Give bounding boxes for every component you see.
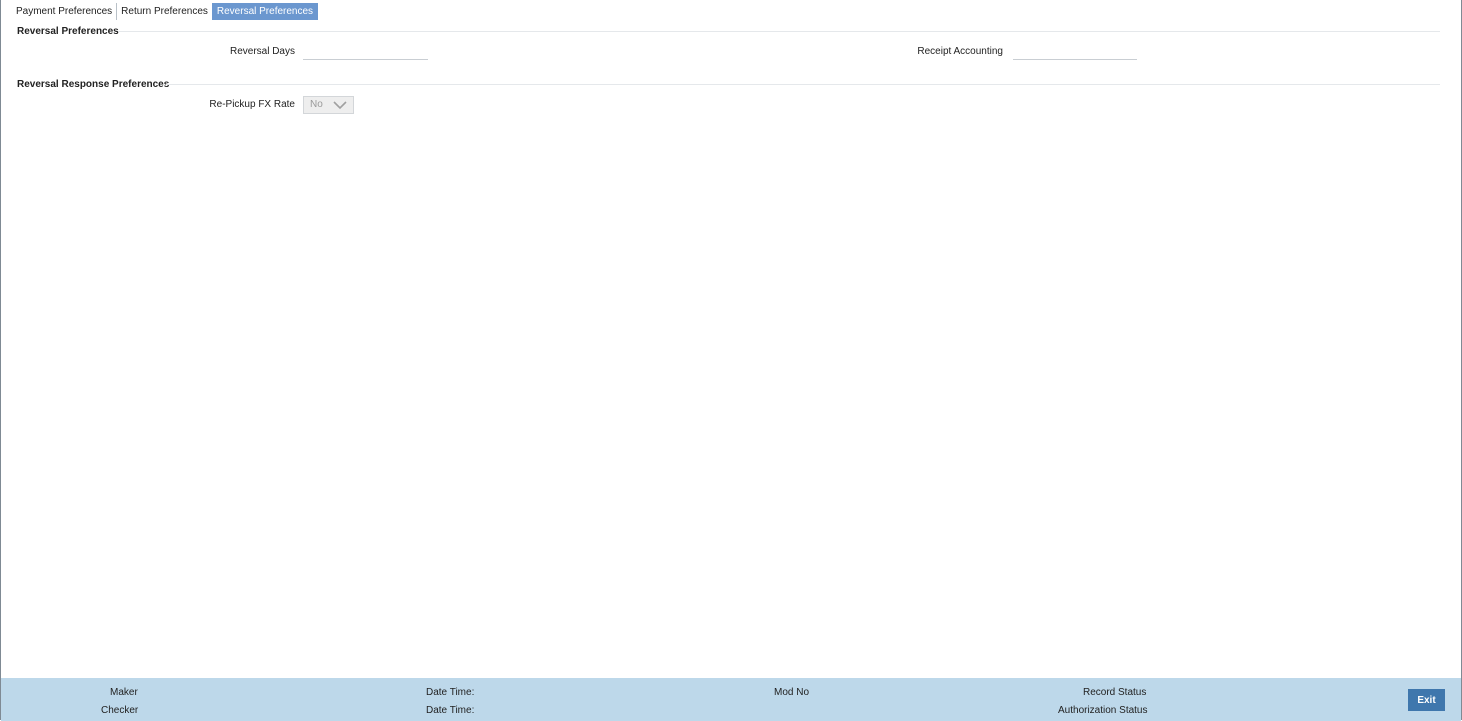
maker-label: Maker <box>110 687 138 698</box>
chevron-down-icon <box>333 101 347 110</box>
tab-reversal-preferences[interactable]: Reversal Preferences <box>211 3 319 20</box>
record-status-label: Record Status <box>1083 687 1147 698</box>
section-title-reversal-preferences: Reversal Preferences <box>17 26 119 37</box>
reversal-days-label: Reversal Days <box>229 46 295 57</box>
repickup-fx-rate-label: Re-Pickup FX Rate <box>209 99 295 110</box>
receipt-accounting-label: Receipt Accounting <box>917 46 1003 57</box>
tab-payment-preferences[interactable]: Payment Preferences <box>12 3 116 20</box>
tab-bar: Payment Preferences Return Preferences R… <box>12 3 319 20</box>
audit-footer <box>1 678 1461 721</box>
reversal-days-input[interactable] <box>303 45 428 60</box>
repickup-fx-rate-value: No <box>310 99 323 110</box>
section-title-reversal-response-preferences: Reversal Response Preferences <box>17 79 170 90</box>
mod-no-label: Mod No <box>774 687 810 698</box>
receipt-accounting-input[interactable] <box>1013 45 1137 60</box>
exit-button[interactable]: Exit <box>1408 689 1445 711</box>
section-divider <box>118 31 1440 32</box>
repickup-fx-rate-select[interactable]: No <box>303 96 354 114</box>
authorization-status-label: Authorization Status <box>1058 705 1148 716</box>
section-divider <box>166 84 1440 85</box>
tab-return-preferences[interactable]: Return Preferences <box>116 3 212 20</box>
checker-label: Checker <box>101 705 139 716</box>
maker-date-time-label: Date Time: <box>426 687 475 698</box>
checker-date-time-label: Date Time: <box>426 705 475 716</box>
